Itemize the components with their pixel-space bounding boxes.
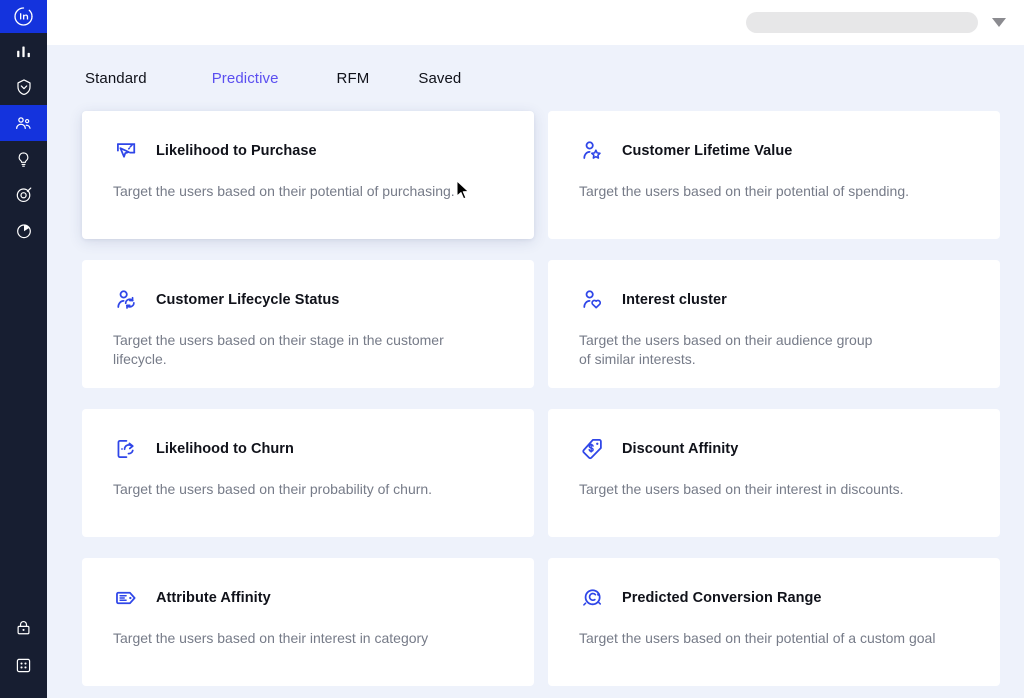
card-title: Likelihood to Purchase	[156, 143, 317, 159]
sidebar-item-reports[interactable]	[0, 213, 47, 249]
card-description: Target the users based on their stage in…	[113, 331, 485, 368]
lock-icon	[15, 619, 32, 636]
target-arrow-icon	[15, 186, 33, 204]
card-discount-affinity[interactable]: Discount Affinity Target the users based…	[548, 409, 1000, 537]
insider-logo-icon	[13, 6, 34, 27]
person-heart-icon	[579, 286, 607, 314]
sidebar-item-insights[interactable]	[0, 141, 47, 177]
sidebar-item-audience[interactable]	[0, 105, 47, 141]
card-title: Interest cluster	[622, 292, 727, 308]
card-description: Target the users based on their potentia…	[113, 182, 485, 201]
card-likelihood-to-churn[interactable]: Likelihood to Churn Target the users bas…	[82, 409, 534, 537]
people-icon	[14, 114, 33, 133]
card-header: Predicted Conversion Range	[579, 584, 970, 612]
card-title: Attribute Affinity	[156, 590, 271, 606]
tab-rfm[interactable]: RFM	[335, 66, 372, 91]
card-title: Customer Lifecycle Status	[156, 292, 339, 308]
card-description: Target the users based on their potentia…	[579, 182, 951, 201]
main-area: Standard Predictive RFM Saved	[47, 0, 1024, 698]
card-title: Customer Lifetime Value	[622, 143, 792, 159]
card-description: Target the users based on their probabil…	[113, 480, 485, 499]
content-panel: Standard Predictive RFM Saved	[47, 45, 1024, 698]
predictive-card-grid: Likelihood to Purchase Target the users …	[82, 111, 1000, 698]
tab-saved[interactable]: Saved	[416, 66, 463, 91]
person-star-icon	[579, 137, 607, 165]
card-title: Discount Affinity	[622, 441, 738, 457]
person-refresh-icon	[113, 286, 141, 314]
card-title: Predicted Conversion Range	[622, 590, 822, 606]
card-header: Attribute Affinity	[113, 584, 504, 612]
sidebar-bottom-group	[0, 608, 47, 698]
target-headset-icon	[579, 584, 607, 612]
apps-grid-icon	[15, 657, 32, 674]
card-attribute-affinity[interactable]: Attribute Affinity Target the users base…	[82, 558, 534, 686]
card-header: Customer Lifecycle Status	[113, 286, 504, 314]
cursor-in-screen-icon	[113, 137, 141, 165]
app-logo[interactable]	[0, 0, 47, 33]
lightbulb-icon	[15, 151, 32, 168]
sidebar-item-campaigns[interactable]	[0, 177, 47, 213]
chevron-down-icon[interactable]	[992, 18, 1006, 27]
tab-predictive[interactable]: Predictive	[210, 66, 281, 91]
card-interest-cluster[interactable]: Interest cluster Target the users based …	[548, 260, 1000, 388]
exit-arrow-icon	[113, 435, 141, 463]
price-tag-dollar-icon	[579, 435, 607, 463]
sidebar	[0, 0, 47, 698]
card-header: Customer Lifetime Value	[579, 137, 970, 165]
shield-check-icon	[15, 78, 33, 96]
card-likelihood-to-purchase[interactable]: Likelihood to Purchase Target the users …	[82, 111, 534, 239]
bar-chart-icon	[15, 43, 32, 60]
tab-bar: Standard Predictive RFM Saved	[82, 45, 1000, 111]
sidebar-item-security[interactable]	[0, 608, 47, 646]
card-customer-lifecycle-status[interactable]: Customer Lifecycle Status Target the use…	[82, 260, 534, 388]
card-description: Target the users based on their interest…	[579, 480, 951, 499]
card-title: Likelihood to Churn	[156, 441, 294, 457]
app-root: Standard Predictive RFM Saved	[0, 0, 1024, 698]
sidebar-item-protect[interactable]	[0, 69, 47, 105]
top-bar	[47, 0, 1024, 45]
tab-standard[interactable]: Standard	[83, 66, 149, 91]
search-input[interactable]	[746, 12, 978, 33]
card-header: Interest cluster	[579, 286, 970, 314]
card-header: Likelihood to Purchase	[113, 137, 504, 165]
card-description: Target the users based on their potentia…	[579, 629, 951, 648]
card-header: Discount Affinity	[579, 435, 970, 463]
card-customer-lifetime-value[interactable]: Customer Lifetime Value Target the users…	[548, 111, 1000, 239]
card-header: Likelihood to Churn	[113, 435, 504, 463]
sidebar-nav-group	[0, 33, 47, 249]
pie-chart-icon	[15, 222, 33, 240]
card-description: Target the users based on their interest…	[113, 629, 485, 648]
card-description: Target the users based on their audience…	[579, 331, 951, 368]
tag-list-icon	[113, 584, 141, 612]
card-predicted-conversion-range[interactable]: Predicted Conversion Range Target the us…	[548, 558, 1000, 686]
sidebar-item-apps[interactable]	[0, 646, 47, 684]
sidebar-item-analytics[interactable]	[0, 33, 47, 69]
